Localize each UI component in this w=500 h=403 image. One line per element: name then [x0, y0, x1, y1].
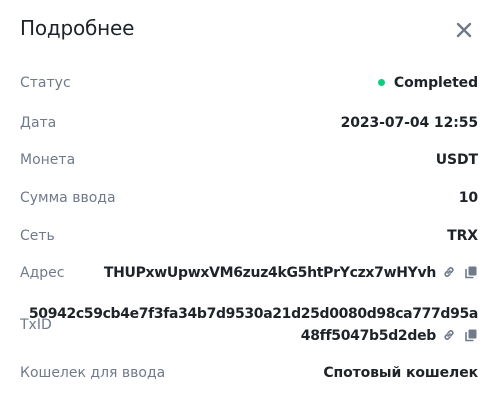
txid-value-line-2[interactable]: 48ff5047b5d2deb — [301, 328, 437, 344]
txid-value-line-1[interactable]: 50942c59cb4e7f3fa34b7d9530a21d25d0080d98… — [29, 303, 478, 325]
date-label: Дата — [20, 115, 57, 131]
status-dot — [377, 78, 385, 86]
amount-value: 10 — [458, 190, 478, 206]
deposit-details-modal: Подробнее Статус Completed Дата 2023-07-… — [0, 0, 500, 403]
txid-actions — [442, 328, 478, 342]
date-value: 2023-07-04 12:55 — [340, 115, 478, 131]
status-value: Completed — [393, 75, 478, 91]
status-row: Статус Completed — [20, 75, 478, 95]
coin-value: USDT — [435, 152, 478, 168]
link-icon[interactable] — [442, 328, 456, 342]
wallet-row: Кошелек для ввода Спотовый кошелек — [20, 365, 478, 385]
network-label: Сеть — [20, 228, 55, 244]
wallet-label: Кошелек для ввода — [20, 365, 166, 381]
network-row: Сеть TRX — [20, 228, 478, 248]
coin-label: Монета — [20, 152, 76, 168]
network-value: TRX — [447, 228, 478, 244]
amount-row: Сумма ввода 10 — [20, 190, 478, 210]
status-value-wrap: Completed — [377, 75, 478, 91]
date-row: Дата 2023-07-04 12:55 — [20, 115, 478, 135]
address-value[interactable]: THUPxwUpwxVM6zuz4kG5htPrYczx7wHYvh — [104, 265, 436, 281]
amount-label: Сумма ввода — [20, 190, 116, 206]
address-value-wrap: THUPxwUpwxVM6zuz4kG5htPrYczx7wHYvh — [104, 265, 478, 281]
txid-value-line-2-wrap: 48ff5047b5d2deb — [29, 325, 478, 347]
modal-title: Подробнее — [20, 16, 135, 40]
address-row: Адрес THUPxwUpwxVM6zuz4kG5htPrYczx7wHYvh — [20, 265, 478, 285]
link-icon[interactable] — [442, 265, 456, 279]
status-label: Статус — [20, 75, 71, 91]
address-actions — [442, 265, 478, 279]
close-icon[interactable] — [452, 18, 476, 42]
coin-row: Монета USDT — [20, 152, 478, 172]
wallet-value: Спотовый кошелек — [323, 365, 478, 381]
copy-icon[interactable] — [464, 328, 478, 342]
txid-value-wrap: 50942c59cb4e7f3fa34b7d9530a21d25d0080d98… — [29, 303, 478, 347]
address-label: Адрес — [20, 265, 65, 281]
txid-row: TxID 50942c59cb4e7f3fa34b7d9530a21d25d00… — [20, 305, 478, 349]
copy-icon[interactable] — [464, 265, 478, 279]
